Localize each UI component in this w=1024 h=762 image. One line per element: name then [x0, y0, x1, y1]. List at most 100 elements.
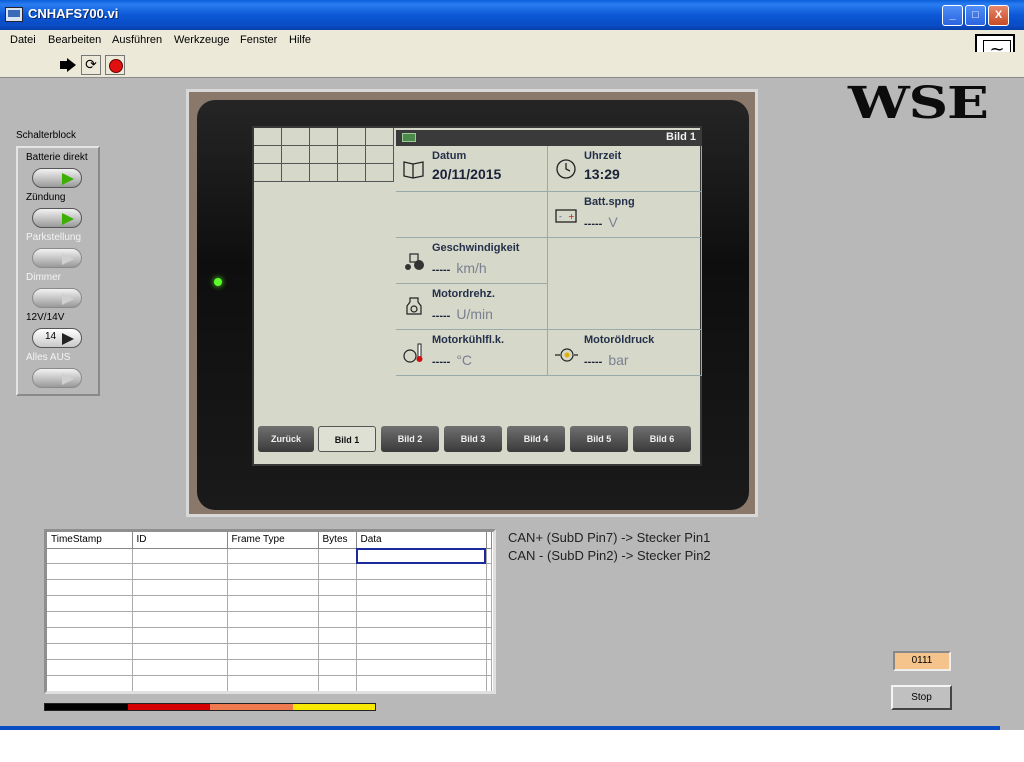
led-icon [62, 213, 74, 225]
tab-bild-4[interactable]: Bild 4 [507, 426, 565, 452]
run-continuous-icon[interactable]: ⟳ [81, 55, 101, 75]
window-bottom-border [0, 726, 1000, 730]
col-frame-type[interactable]: Frame Type [227, 532, 319, 549]
switch-label-dimmer: Dimmer [26, 272, 61, 283]
oil-pressure-icon [555, 348, 578, 362]
oil-unit: bar [608, 352, 629, 368]
led-icon [62, 333, 74, 345]
cell-empty-1 [396, 192, 548, 238]
menu-fenster[interactable]: Fenster [240, 34, 277, 46]
col-id[interactable]: ID [132, 532, 228, 549]
run-arrow-icon[interactable] [58, 55, 78, 75]
maximize-button[interactable]: □ [965, 5, 986, 26]
cell-rpm: Motordrehz. ----- U/min [396, 284, 548, 330]
counter-indicator: 0111 [893, 651, 951, 671]
menu-datei[interactable]: Datei [10, 34, 36, 46]
battery-voltage-icon: - + [555, 209, 577, 223]
led-icon [62, 253, 74, 265]
can-frame-table[interactable]: TimeStamp ID Frame Type Bytes Data [44, 529, 496, 694]
cell-uhrzeit: Uhrzeit 13:29 [548, 146, 702, 192]
menu-werkzeuge[interactable]: Werkzeuge [174, 34, 229, 46]
oil-value: ----- [584, 356, 603, 368]
switch-label-parkstellung: Parkstellung [26, 232, 82, 243]
batt-unit: V [608, 214, 618, 230]
selected-cell[interactable] [356, 548, 487, 565]
table-row[interactable] [47, 548, 492, 565]
tab-bild-1[interactable]: Bild 1 [318, 426, 376, 452]
datum-label: Datum [432, 150, 467, 162]
switch-alles-aus[interactable] [32, 368, 82, 388]
menu-bearbeiten[interactable]: Bearbeiten [48, 34, 101, 46]
rpm-unit: U/min [456, 306, 493, 322]
color-segment-red [127, 704, 210, 710]
clock-icon [556, 159, 576, 179]
table-row[interactable] [47, 627, 492, 644]
screen-header: Bild 1 [396, 130, 702, 146]
tab-bild-5[interactable]: Bild 5 [570, 426, 628, 452]
oil-label: Motoröldruck [584, 334, 655, 346]
rpm-label: Motordrehz. [432, 288, 495, 300]
table-row[interactable] [47, 595, 492, 613]
datum-value: 20/11/2015 [432, 166, 502, 182]
cell-empty-2 [548, 238, 702, 330]
switch-dimmer[interactable] [32, 288, 82, 308]
close-button[interactable]: X [988, 5, 1009, 26]
menu-bar: Datei Bearbeiten Ausführen Werkzeuge Fen… [0, 30, 1024, 52]
switch-zuendung[interactable] [32, 208, 82, 228]
window-title: CNHAFS700.vi [28, 6, 119, 21]
menu-ausfuehren[interactable]: Ausführen [112, 34, 162, 46]
rpm-value: ----- [432, 310, 451, 322]
cell-batt: - + Batt.spng ----- V [548, 192, 702, 238]
cell-oil: Motoröldruck ----- bar [548, 330, 702, 376]
stop-button[interactable]: Stop [891, 685, 952, 710]
uhrzeit-label: Uhrzeit [584, 150, 622, 162]
table-row[interactable] [47, 611, 492, 628]
wse-logo: WSE [848, 78, 989, 129]
batt-value-row: ----- V [584, 214, 618, 230]
coolant-value-row: ----- °C [432, 352, 472, 368]
switch-12v-14v[interactable]: 14 [32, 328, 82, 348]
switch-block: Batterie direkt Zündung Parkstellung Dim… [16, 146, 100, 396]
switch-batterie-direkt[interactable] [32, 168, 82, 188]
col-timestamp[interactable]: TimeStamp [47, 532, 133, 549]
switch-value: 14 [45, 331, 57, 342]
table-row[interactable] [47, 579, 492, 597]
table-row[interactable] [47, 643, 492, 660]
tab-bild-6[interactable]: Bild 6 [633, 426, 691, 452]
color-segment-yellow [292, 704, 375, 710]
batt-value: ----- [584, 218, 603, 230]
vi-window: CNHAFS700.vi _ □ X Datei Bearbeiten Ausf… [0, 0, 1024, 730]
terminal-bezel: Bild 1 Datum 20/11/2015 Uhrzeit 13:29 - +… [197, 100, 749, 510]
terminal-photo: Bild 1 Datum 20/11/2015 Uhrzeit 13:29 - +… [186, 89, 758, 517]
led-icon [62, 173, 74, 185]
color-segment-black [45, 704, 128, 710]
color-segment-orange [210, 704, 293, 710]
can-minus-note: CAN - (SubD Pin2) -> Stecker Pin2 [508, 548, 711, 563]
led-icon [62, 293, 74, 305]
speed-unit: km/h [456, 260, 487, 276]
tab-bild-2[interactable]: Bild 2 [381, 426, 439, 452]
abort-stop-icon[interactable] [105, 55, 125, 75]
switch-parkstellung[interactable] [32, 248, 82, 268]
switch-label-batterie: Batterie direkt [26, 152, 88, 163]
labview-app-icon [5, 7, 23, 22]
table-row[interactable] [47, 659, 492, 676]
menu-hilfe[interactable]: Hilfe [289, 34, 311, 46]
switch-block-title: Schalterblock [16, 130, 77, 141]
tractor-icon [405, 253, 424, 270]
coolant-temp-icon [403, 343, 423, 363]
cell-datum: Datum 20/11/2015 [396, 146, 548, 192]
tab-bild-3[interactable]: Bild 3 [444, 426, 502, 452]
can-plus-note: CAN+ (SubD Pin7) -> Stecker Pin1 [508, 530, 711, 545]
col-data[interactable]: Data [356, 532, 487, 549]
col-bytes[interactable]: Bytes [318, 532, 357, 549]
switch-label-12v14v: 12V/14V [26, 312, 65, 323]
tab-zurueck[interactable]: Zurück [258, 426, 314, 452]
table-row[interactable] [47, 675, 492, 691]
calendar-book-icon [403, 161, 424, 179]
minimize-button[interactable]: _ [942, 5, 963, 26]
table-row[interactable] [47, 563, 492, 581]
oil-value-row: ----- bar [584, 352, 629, 368]
coolant-value: ----- [432, 356, 451, 368]
battery-icon [402, 133, 416, 142]
